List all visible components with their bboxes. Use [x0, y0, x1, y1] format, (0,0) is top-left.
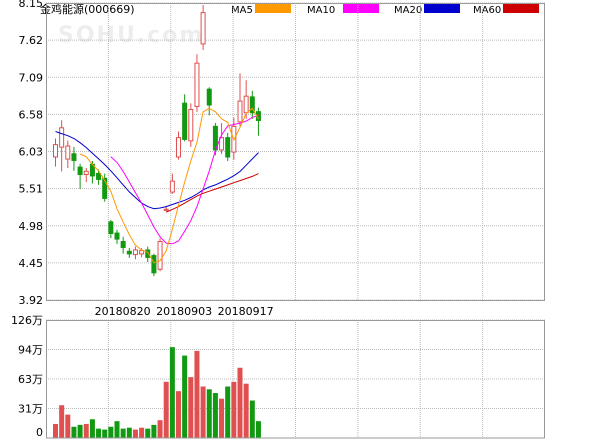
volume-bar: [188, 377, 194, 438]
candle-body: [157, 241, 163, 270]
volume-bar: [151, 424, 157, 438]
price-tick-label: 4.45: [19, 257, 44, 270]
volume-bar: [145, 428, 151, 438]
candle: [151, 253, 157, 277]
legend-ma20-label: MA20: [394, 5, 422, 16]
volume-bar: [71, 426, 77, 438]
legend-ma10-swatch: [343, 4, 379, 13]
legend-ma5-label: MA5: [231, 5, 253, 16]
price-tick-label: 6.58: [19, 108, 44, 121]
volume-bar: [169, 347, 175, 438]
volume-tick-label: 0: [36, 426, 43, 439]
candle-body: [77, 166, 83, 176]
candle-body: [188, 109, 194, 142]
volume-bar: [200, 386, 206, 438]
legend-ma5-swatch: [255, 4, 291, 13]
volume-bar: [206, 389, 212, 438]
volume-bar: [77, 424, 83, 438]
candle: [188, 103, 194, 147]
candle: [225, 132, 231, 161]
candle-body: [71, 153, 77, 161]
candle-body: [200, 12, 206, 45]
volume-bar: [139, 427, 145, 438]
candle-body: [243, 95, 249, 114]
volume-bar: [225, 386, 231, 438]
price-y-axis: 8.15 7.62 7.09 6.58 6.03 5.51 4.98 4.45 3.92: [19, 0, 44, 307]
candle: [157, 238, 163, 272]
candle-body: [65, 145, 71, 160]
candle-body: [53, 144, 58, 158]
date-tick-label: 20180903: [156, 305, 212, 318]
volume-bar: [53, 423, 58, 438]
price-tick-label: 3.92: [19, 294, 44, 307]
candle-body: [139, 250, 145, 255]
price-tick-label: 7.62: [19, 34, 44, 47]
candle-body: [120, 241, 126, 249]
volume-tick-label: 126万: [11, 314, 43, 327]
volume-bar: [132, 429, 138, 438]
volume-bar: [89, 419, 95, 438]
volume-bar: [212, 393, 218, 438]
date-tick-label: 20180917: [218, 305, 274, 318]
candle-body: [206, 88, 212, 106]
volume-bar: [243, 383, 249, 438]
volume-bar: [96, 428, 102, 438]
price-tick-label: 7.09: [19, 71, 44, 84]
price-tick-label: 5.51: [19, 183, 44, 196]
volume-bar: [157, 420, 163, 438]
volume-bar: [182, 355, 188, 438]
stock-title: 金鸡能源(000669): [40, 2, 135, 16]
volume-bar: [83, 423, 89, 438]
volume-bar: [249, 400, 255, 438]
volume-bar: [176, 391, 181, 438]
price-tick-label: 4.98: [19, 220, 44, 233]
volume-bar: [194, 350, 200, 438]
volume-bar: [231, 381, 237, 438]
legend-ma20-swatch: [424, 4, 460, 13]
volume-tick-label: 31万: [18, 403, 43, 416]
candle-body: [194, 62, 200, 107]
volume-tick-label: 63万: [18, 373, 43, 386]
volume-bar: [102, 429, 108, 438]
date-tick-label: 20180820: [95, 305, 151, 318]
volume-bar: [120, 428, 126, 438]
volume-tick-label: 94万: [18, 344, 43, 357]
volume-bar: [255, 421, 261, 438]
candle-body: [126, 250, 132, 255]
candle-body: [237, 100, 243, 123]
candle-body: [59, 127, 65, 148]
candle: [194, 54, 200, 112]
volume-bar: [163, 381, 169, 438]
candle-body: [225, 137, 231, 158]
candle-body: [151, 255, 157, 274]
volume-bar: [65, 414, 71, 438]
legend-ma60-swatch: [503, 4, 539, 13]
volume-bar: [126, 427, 132, 438]
chart-background: [0, 0, 600, 440]
candle-body: [169, 180, 175, 193]
candle-body: [132, 249, 138, 256]
candle-body: [182, 102, 188, 140]
sohu-watermark: SOHU.com: [58, 23, 204, 48]
kline-chart: 金鸡能源(000669) SOHU.com MA5 MA10 MA20 MA60…: [0, 0, 600, 440]
candle-body: [145, 249, 151, 258]
volume-bar: [237, 367, 243, 438]
price-tick-label: 6.03: [19, 146, 44, 159]
volume-bar: [219, 398, 225, 438]
candle-body: [83, 170, 89, 176]
candle-body: [163, 208, 169, 211]
candle-body: [176, 137, 181, 158]
legend-ma60-label: MA60: [473, 5, 501, 16]
candle-body: [108, 221, 114, 234]
volume-bar: [108, 426, 114, 438]
price-tick-label: 8.15: [19, 0, 44, 10]
candle-body: [114, 232, 120, 240]
legend-ma10-label: MA10: [307, 5, 335, 16]
date-axis: 20180820 20180903 20180917: [95, 305, 274, 318]
volume-bar: [114, 421, 120, 438]
volume-bar: [59, 405, 65, 438]
